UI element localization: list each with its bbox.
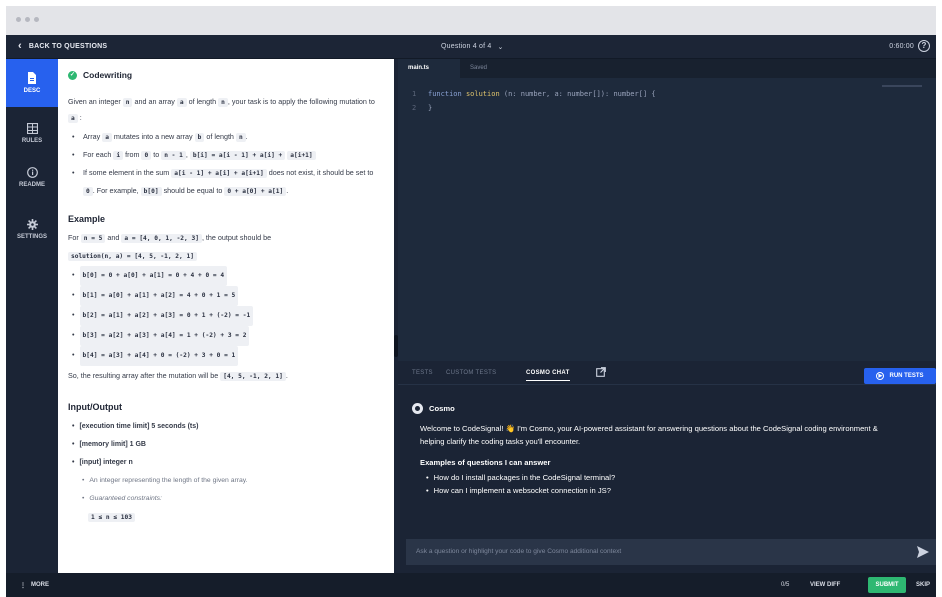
list-item: • b[1] = a[0] + a[1] + a[2] = 4 + 0 + 1 =…	[68, 286, 378, 306]
tab-main-ts[interactable]: main.ts	[398, 59, 460, 78]
list-item: • If some element in the sum a[i - 1] + …	[72, 168, 374, 196]
tests-count: 0/5	[781, 582, 790, 588]
tab-custom-tests[interactable]: CUSTOM TESTS	[446, 370, 496, 376]
tab-cosmo-chat[interactable]: COSMO CHAT	[526, 370, 570, 381]
help-icon[interactable]: ?	[918, 40, 930, 52]
list-item: • How can I implement a websocket connect…	[426, 486, 611, 495]
skip-button[interactable]: SKIP	[916, 582, 930, 588]
codewriting-icon: ✓	[68, 70, 77, 80]
app-window: ‹ BACK TO QUESTIONS Question 4 of 4 ⌄ 0:…	[6, 35, 936, 597]
left-navigation: DESC RULES README SETTINGS	[6, 59, 58, 573]
close-window-dot[interactable]	[16, 17, 21, 22]
nav-label: DESC	[23, 88, 41, 94]
list-item: • b[3] = a[2] + a[3] + a[4] = 1 + (-2) + …	[68, 326, 378, 346]
cosmo-welcome: Welcome to CodeSignal! 👋 I'm Cosmo, your…	[420, 424, 878, 446]
question-selector[interactable]: Question 4 of 4 ⌄	[441, 43, 504, 51]
top-bar: ‹ BACK TO QUESTIONS Question 4 of 4 ⌄ 0:…	[6, 35, 936, 59]
code-editor[interactable]: main.ts Saved 1 function solution (n: num…	[398, 59, 936, 364]
code-area[interactable]: 1 function solution (n: number, a: number…	[412, 87, 656, 115]
list-item: • b[0] = 0 + a[0] + a[1] = 0 + 4 + 0 = 4	[68, 266, 378, 286]
code-line: 1 function solution (n: number, a: number…	[412, 90, 656, 98]
view-diff-button[interactable]: VIEW DIFF	[810, 582, 840, 588]
external-link-icon[interactable]	[596, 367, 606, 377]
nav-label: SETTINGS	[16, 234, 47, 240]
window-controls	[16, 17, 39, 22]
panel-tabs: TESTS CUSTOM TESTS COSMO CHAT ▶ RUN TEST…	[398, 361, 936, 385]
example-heading: Example	[68, 214, 106, 224]
task-title: ✓ Codewriting	[68, 70, 133, 80]
list-item: • [execution time limit] 5 seconds (ts)	[72, 423, 199, 430]
nav-label: RULES	[21, 138, 43, 144]
list-item: • How do I install packages in the CodeSi…	[426, 473, 616, 482]
list-item: • [memory limit] 1 GB	[72, 441, 146, 448]
timer: 0:60:00 ?	[889, 40, 930, 52]
back-label: BACK TO QUESTIONS	[28, 43, 108, 50]
info-icon	[26, 167, 38, 178]
examples-heading: Examples of questions I can answer	[420, 458, 551, 467]
play-icon: ▶	[876, 372, 885, 380]
more-button[interactable]: ⋮ MORE	[20, 582, 49, 589]
list-item: • An integer representing the length of t…	[82, 477, 248, 484]
chat-placeholder: Ask a question or highlight your code to…	[416, 548, 622, 555]
example-result: So, the resulting array after the mutati…	[68, 371, 288, 381]
cosmo-header: Cosmo	[412, 403, 912, 414]
list-item: • [input] integer n	[72, 459, 133, 466]
tab-saved[interactable]: Saved	[460, 59, 497, 78]
send-icon[interactable]	[916, 545, 930, 559]
list-item: • For each i from 0 to n - 1, b[i] = a[i…	[68, 146, 378, 164]
nav-item-readme[interactable]: README	[6, 167, 58, 188]
list-item: • b[4] = a[3] + a[4] + 0 = (-2) + 3 + 0 =…	[68, 346, 378, 366]
io-heading: Input/Output	[68, 402, 122, 412]
back-to-questions-button[interactable]: ‹ BACK TO QUESTIONS	[18, 40, 108, 52]
footer-bar: ⋮ MORE 0/5 VIEW DIFF SUBMIT SKIP	[6, 573, 936, 597]
chevron-down-icon: ⌄	[497, 44, 504, 51]
run-tests-button[interactable]: ▶ RUN TESTS	[864, 368, 936, 384]
nav-label: README	[18, 182, 45, 188]
rules-icon	[26, 123, 38, 134]
list-item: • Guaranteed constraints:	[82, 495, 162, 502]
more-icon: ⋮	[20, 583, 26, 589]
chat-input[interactable]: Ask a question or highlight your code to…	[406, 539, 936, 565]
maximize-window-dot[interactable]	[34, 17, 39, 22]
list-item: • b[2] = a[1] + a[2] + a[3] = 0 + 1 + (-2…	[68, 306, 378, 326]
task-intro: Given an integer n and an array a of len…	[68, 97, 375, 123]
window-titlebar	[6, 6, 936, 35]
code-line: 2}	[412, 104, 433, 112]
wave-icon: 👋	[505, 424, 516, 433]
timer-value: 0:60:00	[889, 42, 914, 50]
minimize-window-dot[interactable]	[25, 17, 30, 22]
editor-tabs: main.ts Saved	[398, 59, 936, 78]
cosmo-chat-message: Cosmo Welcome to CodeSignal! 👋 I'm Cosmo…	[412, 403, 912, 497]
constraint-value: 1 ≤ n ≤ 103	[68, 508, 378, 527]
nav-item-rules[interactable]: RULES	[6, 123, 58, 144]
chevron-left-icon: ‹	[18, 40, 22, 52]
description-panel: ✓ Codewriting Given an integer n and an …	[58, 59, 394, 573]
document-icon	[28, 72, 36, 84]
gear-icon	[26, 219, 38, 230]
bottom-panel: TESTS CUSTOM TESTS COSMO CHAT ▶ RUN TEST…	[398, 361, 936, 573]
example-call: solution(n, a) = [4, 5, -1, 2, 1]	[68, 246, 378, 266]
submit-button[interactable]: SUBMIT	[868, 577, 906, 593]
list-item: • Array a mutates into a new array b of …	[72, 132, 248, 142]
tab-tests[interactable]: TESTS	[412, 370, 433, 376]
cosmo-avatar-icon	[412, 403, 423, 414]
nav-item-settings[interactable]: SETTINGS	[6, 219, 58, 240]
nav-item-desc[interactable]: DESC	[6, 59, 58, 107]
editor-minimap[interactable]	[882, 85, 922, 87]
example-intro: For n = 5 and a = [4, 0, 1, -2, 3], the …	[68, 233, 272, 243]
